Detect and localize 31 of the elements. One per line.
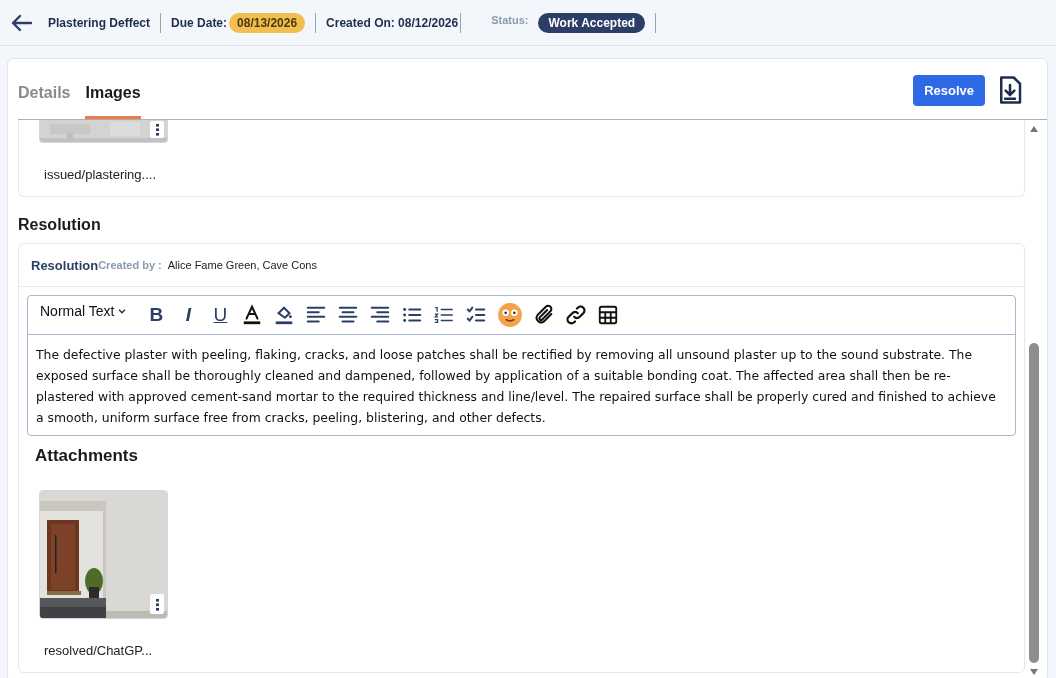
due-date-badge: 08/13/2026 [229, 12, 306, 33]
card-title: Resolution [31, 257, 99, 273]
created-by-label: Created by : [98, 259, 162, 271]
attachments-heading: Attachments [35, 446, 139, 466]
created-on-text: Created On: 08/12/2026 [326, 15, 459, 30]
due-date-label: Due Date: [171, 15, 228, 30]
section-heading: Resolution [18, 216, 102, 234]
resolve-button[interactable]: Resolve [913, 74, 985, 106]
status-badge: Work Accepted [538, 12, 646, 33]
text-style-dropdown[interactable]: Normal Text [40, 303, 128, 319]
table-icon[interactable] [597, 304, 620, 326]
more-options-button[interactable] [150, 121, 164, 138]
more-options-button[interactable] [150, 594, 164, 614]
link-icon[interactable] [565, 304, 588, 326]
scroll-up-icon[interactable] [1030, 126, 1038, 132]
scrollbar-thumb[interactable] [1029, 343, 1039, 663]
more-icon [155, 597, 159, 611]
file-name: resolved/ChatGP... [44, 643, 154, 658]
scroll-down-icon[interactable] [1030, 669, 1038, 675]
emoji-icon[interactable] [497, 302, 524, 328]
bold-button[interactable]: B [145, 304, 168, 326]
created-by-name: Alice Fame Green, Cave Cons [167, 259, 317, 271]
caret-icon [117, 306, 128, 316]
status-label: Status: [491, 13, 529, 26]
more-icon [155, 123, 159, 136]
underline-button[interactable]: U [209, 304, 232, 326]
numbered-list-icon[interactable] [433, 304, 456, 326]
file-name: issued/plastering.... [44, 167, 157, 182]
editor-text: The defective plaster with peeling, flaking, cracks, and loose patches shall be rectified by removing all unsound plaster up to the sound substrate. The exposed surface shall be thoroughly cleaned and dampened, followed by application of a suitable bonding coat. The affected area shall then be re-plastered with approved cement-sand mortar to the required thickness and line/level. The repaired surface shall be properly cured and finished to achieve a smooth, uniform surface free from cracks, peeling, blistering, and other defects. [35, 346, 997, 427]
defect-title: Plastering Deffect [48, 15, 151, 30]
italic-button[interactable]: I [177, 304, 200, 326]
